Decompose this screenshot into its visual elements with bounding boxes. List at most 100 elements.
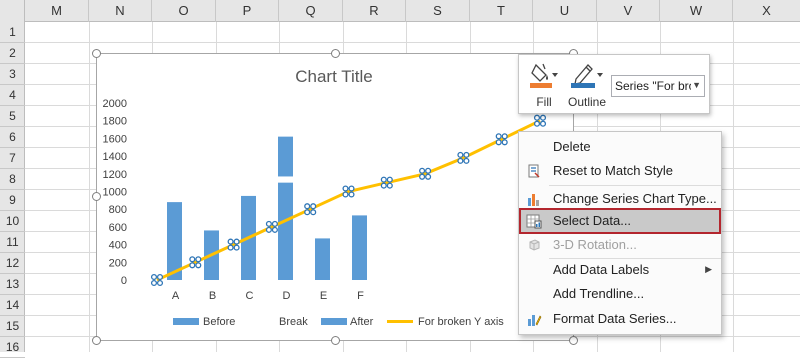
- chart-element-dropdown[interactable]: Series "For brol ▼: [611, 75, 705, 97]
- row-header-8[interactable]: 8: [0, 169, 25, 190]
- row-header-bar: 1 2 3 4 5 6 7 8 9 10 11 12 13 14 15 16: [0, 22, 25, 358]
- marker-handle: [310, 203, 317, 210]
- marker-handle: [533, 120, 541, 127]
- outline-button[interactable]: Outline: [565, 59, 609, 111]
- menu-item-change-chart-type[interactable]: Change Series Chart Type...: [520, 187, 720, 211]
- legend-swatch-before: [173, 318, 199, 325]
- chart-area[interactable]: Chart Title 0 200 400 600 800 1000 1200 1400 160…: [92, 49, 578, 345]
- column-header-t[interactable]: T: [470, 0, 533, 22]
- rotation-3d-icon: [529, 239, 540, 251]
- row-header-14[interactable]: 14: [0, 295, 25, 316]
- marker-handle: [233, 238, 240, 245]
- marker-handle: [233, 244, 240, 251]
- chart-title[interactable]: Chart Title: [295, 67, 372, 86]
- column-header-o[interactable]: O: [152, 0, 216, 22]
- column-header-bar: M N O P Q R S T U V W X: [0, 0, 800, 22]
- submenu-arrow-icon: ▶: [705, 264, 712, 274]
- marker-handle: [380, 182, 387, 189]
- menu-item-add-trendline[interactable]: Add Trendline...: [520, 282, 720, 306]
- y-tick-label: 800: [109, 204, 127, 216]
- row-header-11[interactable]: 11: [0, 232, 25, 253]
- row-header-9[interactable]: 9: [0, 190, 25, 211]
- column-header-p[interactable]: P: [216, 0, 279, 22]
- legend-label-after: After: [350, 316, 374, 328]
- marker-handle: [265, 220, 272, 227]
- resize-handle-bottom-left[interactable]: [92, 336, 101, 345]
- marker-handle: [419, 173, 426, 180]
- column-header-v[interactable]: V: [597, 0, 660, 22]
- column-header-r[interactable]: R: [343, 0, 406, 22]
- column-header-n[interactable]: N: [89, 0, 152, 22]
- menu-item-format-data-series[interactable]: Format Data Series...: [520, 307, 720, 331]
- resize-handle-bottom[interactable]: [331, 336, 340, 345]
- y-tick-label: 600: [109, 222, 127, 234]
- marker-handle: [539, 114, 547, 121]
- select-data-icon: [526, 214, 542, 229]
- marker-handle: [227, 238, 234, 245]
- resize-handle-bottom-right[interactable]: [569, 336, 578, 345]
- marker-handle: [501, 139, 508, 146]
- marker-handle: [189, 256, 196, 263]
- marker-handle: [156, 273, 164, 281]
- menu-item-3d-rotation[interactable]: 3-D Rotation...: [520, 233, 720, 257]
- x-tick-label: F: [357, 290, 364, 302]
- column-header-q[interactable]: Q: [279, 0, 343, 22]
- y-tick-label: 400: [109, 240, 127, 252]
- resize-handle-top[interactable]: [331, 49, 340, 58]
- row-header-10[interactable]: 10: [0, 211, 25, 232]
- row-header-13[interactable]: 13: [0, 274, 25, 295]
- row-header-15[interactable]: 15: [0, 316, 25, 337]
- column-header-u[interactable]: U: [533, 0, 597, 22]
- y-tick-label: 1400: [103, 151, 127, 163]
- y-tick-label: 1800: [103, 116, 127, 128]
- menu-item-label: Change Series Chart Type...: [553, 191, 717, 206]
- menu-item-reset-style[interactable]: Reset to Match Style: [520, 159, 720, 183]
- y-tick-label: 0: [121, 275, 127, 287]
- pen-outline-icon: [571, 64, 603, 88]
- fill-button[interactable]: Fill: [523, 59, 565, 111]
- resize-handle-left[interactable]: [92, 192, 101, 201]
- column-header-x[interactable]: X: [733, 0, 800, 22]
- menu-item-label: Add Trendline...: [553, 286, 645, 301]
- chart-legend[interactable]: Before Break After For broken Y axis: [173, 316, 504, 328]
- chart-type-icon: [528, 194, 539, 206]
- outline-label: Outline: [567, 95, 607, 109]
- row-header-6[interactable]: 6: [0, 127, 25, 148]
- resize-handle-top-left[interactable]: [92, 49, 101, 58]
- row-header-7[interactable]: 7: [0, 148, 25, 169]
- column-header-s[interactable]: S: [406, 0, 470, 22]
- x-tick-label: D: [283, 290, 291, 302]
- chevron-down-icon: ▼: [692, 80, 701, 90]
- marker-handle: [495, 139, 502, 146]
- reset-style-icon: [528, 164, 540, 178]
- select-all-corner[interactable]: [0, 0, 25, 22]
- marker-handle: [457, 157, 464, 164]
- format-mini-toolbar: Fill Outline Series "For brol ▼: [518, 54, 710, 114]
- marker-handle: [227, 244, 234, 251]
- format-series-icon: [528, 315, 542, 326]
- y-tick-label: 1200: [103, 169, 127, 181]
- menu-item-add-data-labels[interactable]: Add Data Labels ▶: [520, 258, 720, 282]
- menu-item-label: Select Data...: [553, 213, 632, 228]
- row-header-3[interactable]: 3: [0, 64, 25, 85]
- menu-item-select-data[interactable]: Select Data...: [519, 208, 721, 234]
- marker-handle: [304, 209, 311, 216]
- row-header-5[interactable]: 5: [0, 106, 25, 127]
- row-header-1[interactable]: 1: [0, 22, 25, 43]
- row-header-16[interactable]: 16: [0, 337, 25, 358]
- row-header-12[interactable]: 12: [0, 253, 25, 274]
- marker-handle: [348, 191, 355, 198]
- marker-handle: [189, 262, 196, 269]
- marker-handle: [501, 133, 508, 140]
- legend-label-broken-axis: For broken Y axis: [418, 316, 504, 328]
- column-header-m[interactable]: M: [25, 0, 89, 22]
- bar-before: [278, 182, 293, 280]
- marker-handle: [539, 120, 547, 127]
- column-header-w[interactable]: W: [660, 0, 733, 22]
- y-tick-label: 1000: [103, 187, 127, 199]
- menu-item-delete[interactable]: Delete: [520, 135, 720, 159]
- row-header-4[interactable]: 4: [0, 85, 25, 106]
- row-header-2[interactable]: 2: [0, 43, 25, 64]
- marker-handle: [533, 114, 541, 121]
- y-tick-label: 200: [109, 257, 127, 269]
